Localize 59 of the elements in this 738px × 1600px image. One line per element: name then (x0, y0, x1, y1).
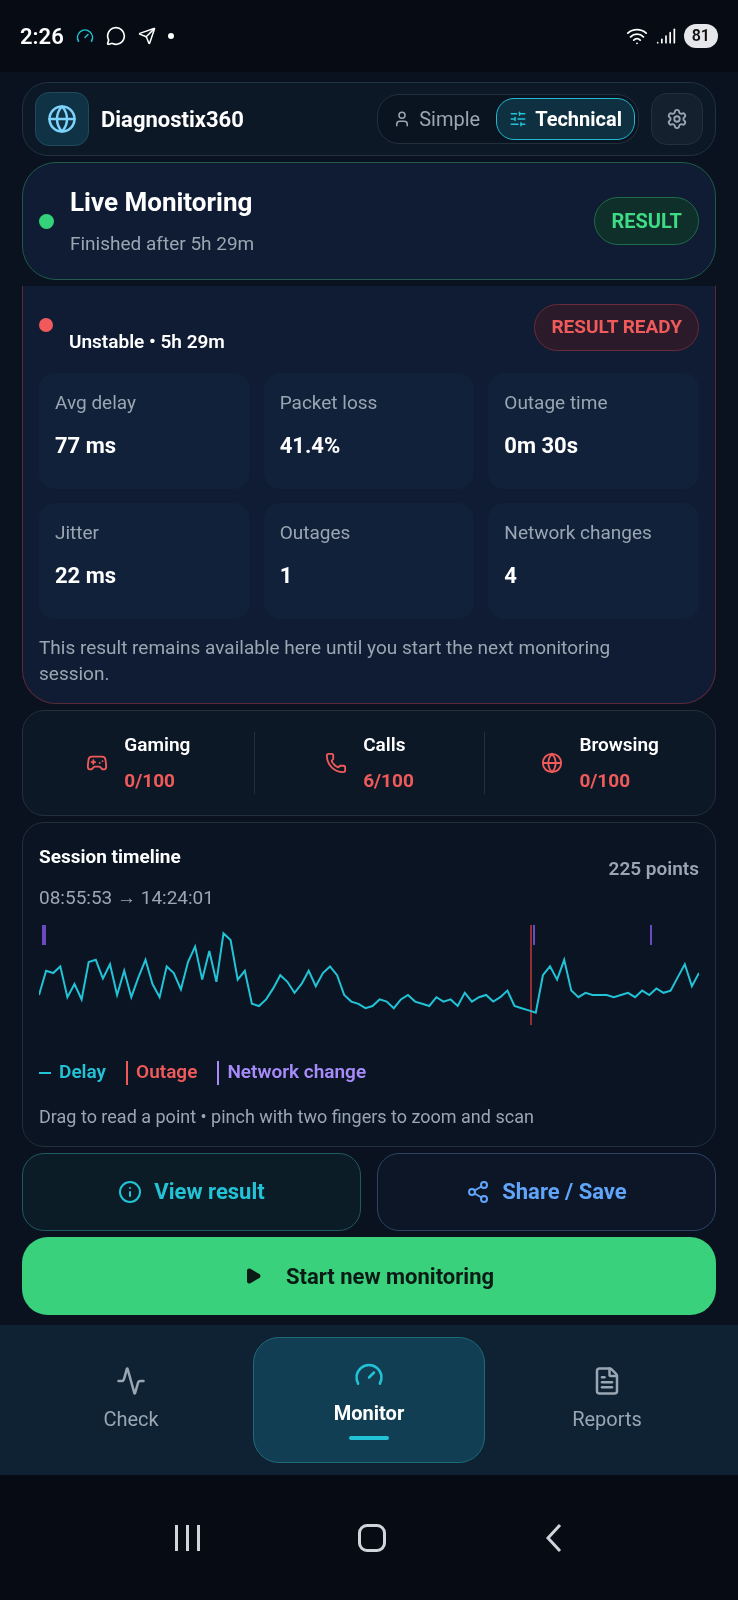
view-result-button[interactable]: View result (22, 1152, 361, 1231)
phone-icon (325, 752, 348, 775)
pulse-icon (116, 1366, 146, 1396)
legend-marker-icon (217, 1060, 220, 1085)
legend-label: Outage (136, 1059, 198, 1086)
stat-label: Outage time (504, 389, 609, 416)
card-subtitle: Finished after 5h 29m (70, 231, 256, 258)
score-label: Browsing (579, 731, 659, 758)
speedometer-icon (75, 27, 94, 45)
result-badge[interactable]: RESULT (594, 197, 699, 246)
stat-value: 1 (279, 562, 294, 591)
point-count: 225 points (608, 856, 699, 883)
battery-level: 81 (683, 24, 718, 48)
timeline-title: Session timeline (39, 844, 182, 871)
mode-tab[interactable]: Technical (496, 98, 635, 140)
result-note: This result remains available here until you start the next monitoring session. (39, 634, 612, 687)
mode-tab[interactable]: Simple (381, 98, 493, 140)
recent-apps-icon[interactable] (175, 1524, 201, 1551)
nav-tab[interactable]: Reports (507, 1337, 707, 1463)
score-label: Calls (363, 731, 407, 758)
legend-marker-icon (126, 1060, 129, 1085)
stat-label: Avg delay (55, 389, 137, 416)
timeline-range: 08:55:53 → 14:24:01 (39, 884, 214, 911)
stat-value: 41.4% (279, 432, 342, 461)
share-icon (466, 1179, 491, 1204)
globe-icon (541, 752, 564, 775)
score-value: 6/100 (363, 768, 414, 795)
card-title: Live Monitoring (70, 186, 254, 220)
settings-button[interactable] (651, 93, 703, 145)
stat-label: Outages (279, 519, 352, 546)
legend-label: Delay (59, 1059, 107, 1086)
back-icon[interactable] (544, 1522, 563, 1553)
score-value: 0/100 (579, 768, 632, 795)
timeline-hint: Drag to read a point • pinch with two fingers to zoom and scan (39, 1104, 535, 1129)
app-logo-icon (35, 92, 89, 146)
home-icon[interactable] (358, 1523, 387, 1552)
app-name: Diagnostix360 (101, 105, 245, 134)
legend-marker-icon (39, 1071, 51, 1074)
result-subtitle: Unstable • 5h 29m (69, 329, 226, 356)
start-monitoring-button[interactable]: Start new monitoring (22, 1237, 716, 1315)
legend-label: Network change (227, 1059, 367, 1086)
stat-label: Network changes (504, 519, 653, 546)
share-button[interactable]: Share / Save (377, 1152, 716, 1231)
stat-value: 22 ms (55, 562, 118, 591)
stat-value: 4 (504, 562, 518, 591)
clock-time: 2:26 (20, 22, 64, 51)
stat-label: Packet loss (279, 389, 379, 416)
score-value: 0/100 (124, 768, 176, 795)
stat-value: 0m 30s (504, 432, 580, 461)
stat-label: Jitter (55, 519, 101, 546)
score-label: Gaming (124, 731, 191, 758)
settings-icon (666, 108, 688, 130)
result-ready-badge: RESULT READY (534, 304, 699, 351)
nav-tab[interactable]: Monitor (253, 1337, 485, 1463)
stat-value: 77 ms (55, 432, 118, 461)
info-icon (118, 1179, 143, 1204)
sliders-icon (509, 110, 528, 128)
nav-tab[interactable]: Check (31, 1337, 231, 1463)
signal-icon (655, 26, 676, 46)
